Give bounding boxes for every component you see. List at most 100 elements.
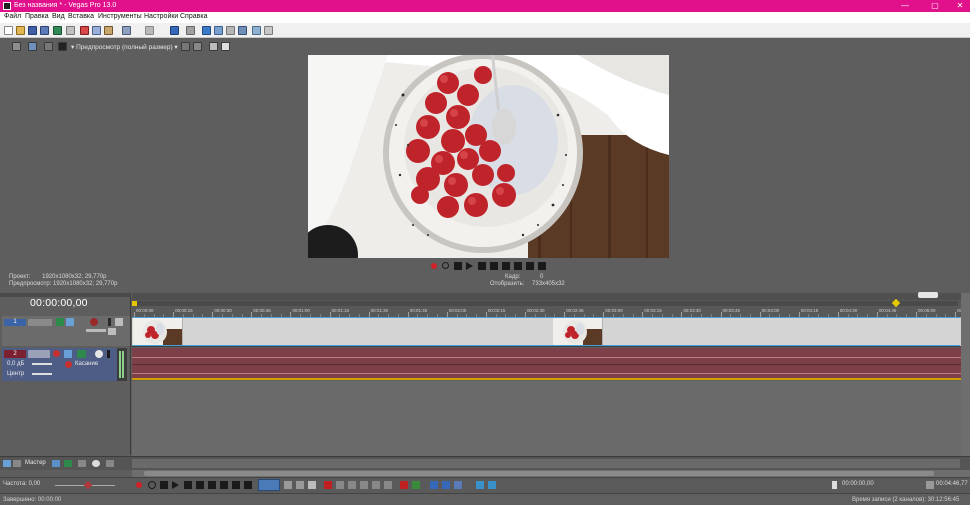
audio-fx-icon[interactable] <box>64 350 72 358</box>
delete-icon[interactable] <box>324 481 332 489</box>
hscroll-thumb[interactable] <box>144 471 934 476</box>
save-as-icon[interactable] <box>40 26 49 35</box>
empty-track-area[interactable] <box>132 381 970 456</box>
playback-sync-icon[interactable] <box>488 481 496 489</box>
go-to-start-icon[interactable] <box>502 262 510 270</box>
bottom-pause-icon[interactable] <box>184 481 192 489</box>
menu-settings[interactable]: Настройки <box>144 13 178 20</box>
bottom-next-frame-icon[interactable] <box>244 481 252 489</box>
master-record-icon[interactable] <box>92 460 100 467</box>
timeline-vertical-scrollbar[interactable] <box>961 293 970 456</box>
properties-icon[interactable] <box>66 26 75 35</box>
pan-slider[interactable] <box>32 373 52 375</box>
snap-to-grid-icon[interactable] <box>430 481 438 489</box>
ripple-mode-icon[interactable] <box>454 481 462 489</box>
bottom-prev-frame-icon[interactable] <box>232 481 240 489</box>
menu-edit[interactable]: Правка <box>25 13 49 20</box>
marker-insert-icon[interactable] <box>400 481 408 489</box>
grid-overlay-icon[interactable] <box>181 42 190 51</box>
pause-icon[interactable] <box>478 262 486 270</box>
preview-settings-icon[interactable] <box>221 42 230 51</box>
master-solo-icon[interactable] <box>78 460 86 467</box>
video-clip-thumbnail-start[interactable] <box>133 318 183 346</box>
loop-region-bar[interactable] <box>132 301 958 306</box>
compositing-mode-icon[interactable] <box>90 318 98 326</box>
master-fx-icon[interactable] <box>13 460 21 467</box>
save-icon[interactable] <box>28 26 37 35</box>
preview-quality-icon[interactable] <box>58 42 67 51</box>
overlay-icon[interactable] <box>44 42 53 51</box>
cut-icon[interactable] <box>80 26 89 35</box>
marker-icon[interactable] <box>264 26 273 35</box>
bottom-loop-icon[interactable] <box>148 481 156 489</box>
grid-icon[interactable] <box>252 26 261 35</box>
stop-icon[interactable] <box>490 262 498 270</box>
master-mute-icon[interactable] <box>52 460 60 467</box>
bottom-record-icon[interactable] <box>136 482 142 488</box>
mute-audio-icon[interactable] <box>95 350 103 358</box>
envelope-tool-icon[interactable] <box>186 26 195 35</box>
bottom-end-icon[interactable] <box>220 481 228 489</box>
track-motion-icon[interactable] <box>56 318 64 326</box>
split-icon[interactable] <box>372 481 380 489</box>
go-to-end-icon[interactable] <box>514 262 522 270</box>
mute-icon[interactable] <box>115 318 123 326</box>
timeline-horizontal-scrollbar[interactable] <box>132 470 970 477</box>
play-icon[interactable] <box>466 262 473 270</box>
menu-file[interactable]: Файл <box>4 13 21 20</box>
render-icon[interactable] <box>53 26 62 35</box>
automation-icon[interactable] <box>77 350 86 358</box>
master-automation-icon[interactable] <box>64 460 72 467</box>
auto-ripple-icon[interactable] <box>442 481 450 489</box>
maximize-button[interactable]: ▢ <box>925 0 945 12</box>
level-slider[interactable] <box>86 329 106 332</box>
snapping-icon[interactable] <box>238 26 247 35</box>
split-screen-icon[interactable] <box>28 42 37 51</box>
minimize-button[interactable]: — <box>895 0 915 12</box>
zoom-handle[interactable] <box>918 292 938 298</box>
normal-edit-icon[interactable] <box>284 481 292 489</box>
next-frame-icon[interactable] <box>538 262 546 270</box>
menu-view[interactable]: Вид <box>52 13 65 20</box>
video-clip-thumbnail-end[interactable] <box>553 318 603 346</box>
automation-mode-icon[interactable] <box>65 361 72 368</box>
volume-slider[interactable] <box>32 363 52 365</box>
menu-tools[interactable]: Инструменты <box>98 13 142 20</box>
close-button[interactable]: ✕ <box>950 0 970 12</box>
bottom-play-icon[interactable] <box>172 481 179 489</box>
trim-end-icon[interactable] <box>360 481 368 489</box>
loop-icon[interactable] <box>442 262 449 269</box>
trim-start-icon[interactable] <box>348 481 356 489</box>
marker-bar[interactable] <box>132 293 970 300</box>
menu-help[interactable]: Справка <box>180 13 207 20</box>
solo-icon[interactable] <box>108 328 116 335</box>
bottom-start-icon[interactable] <box>208 481 216 489</box>
edit-tool-dropdown[interactable] <box>258 479 280 491</box>
trim-icon[interactable] <box>336 481 344 489</box>
master-menu-icon[interactable] <box>106 460 114 467</box>
envelope-edit-icon[interactable] <box>296 481 304 489</box>
ripple-icon[interactable] <box>202 26 211 35</box>
video-track-lane[interactable] <box>132 317 970 347</box>
new-project-icon[interactable] <box>4 26 13 35</box>
region-insert-icon[interactable] <box>412 481 420 489</box>
preview-mode-dropdown[interactable]: ▾ Предпросмотр (полный размер) ▾ <box>71 43 178 51</box>
save-snapshot-icon[interactable] <box>209 42 218 51</box>
bottom-stop-icon[interactable] <box>196 481 204 489</box>
paste-icon[interactable] <box>104 26 113 35</box>
selection-edit-icon[interactable] <box>308 481 316 489</box>
copy-snapshot-icon[interactable] <box>193 42 202 51</box>
bottom-play-start-icon[interactable] <box>160 481 168 489</box>
play-from-start-icon[interactable] <box>454 262 462 270</box>
cursor-follow-icon[interactable] <box>476 481 484 489</box>
redo-icon[interactable] <box>145 26 154 35</box>
audio-track-header[interactable]: 2 0,0 дБ Касание Центр <box>2 348 126 381</box>
start-marker-icon[interactable] <box>132 301 137 306</box>
menu-insert[interactable]: Вставка <box>68 13 94 20</box>
audio-track-name-field[interactable] <box>28 350 50 358</box>
track-menu-icon[interactable] <box>108 318 111 326</box>
previous-frame-icon[interactable] <box>526 262 534 270</box>
open-folder-icon[interactable] <box>16 26 25 35</box>
auto-crossfade-icon[interactable] <box>226 26 235 35</box>
video-track-name-field[interactable] <box>28 319 52 326</box>
